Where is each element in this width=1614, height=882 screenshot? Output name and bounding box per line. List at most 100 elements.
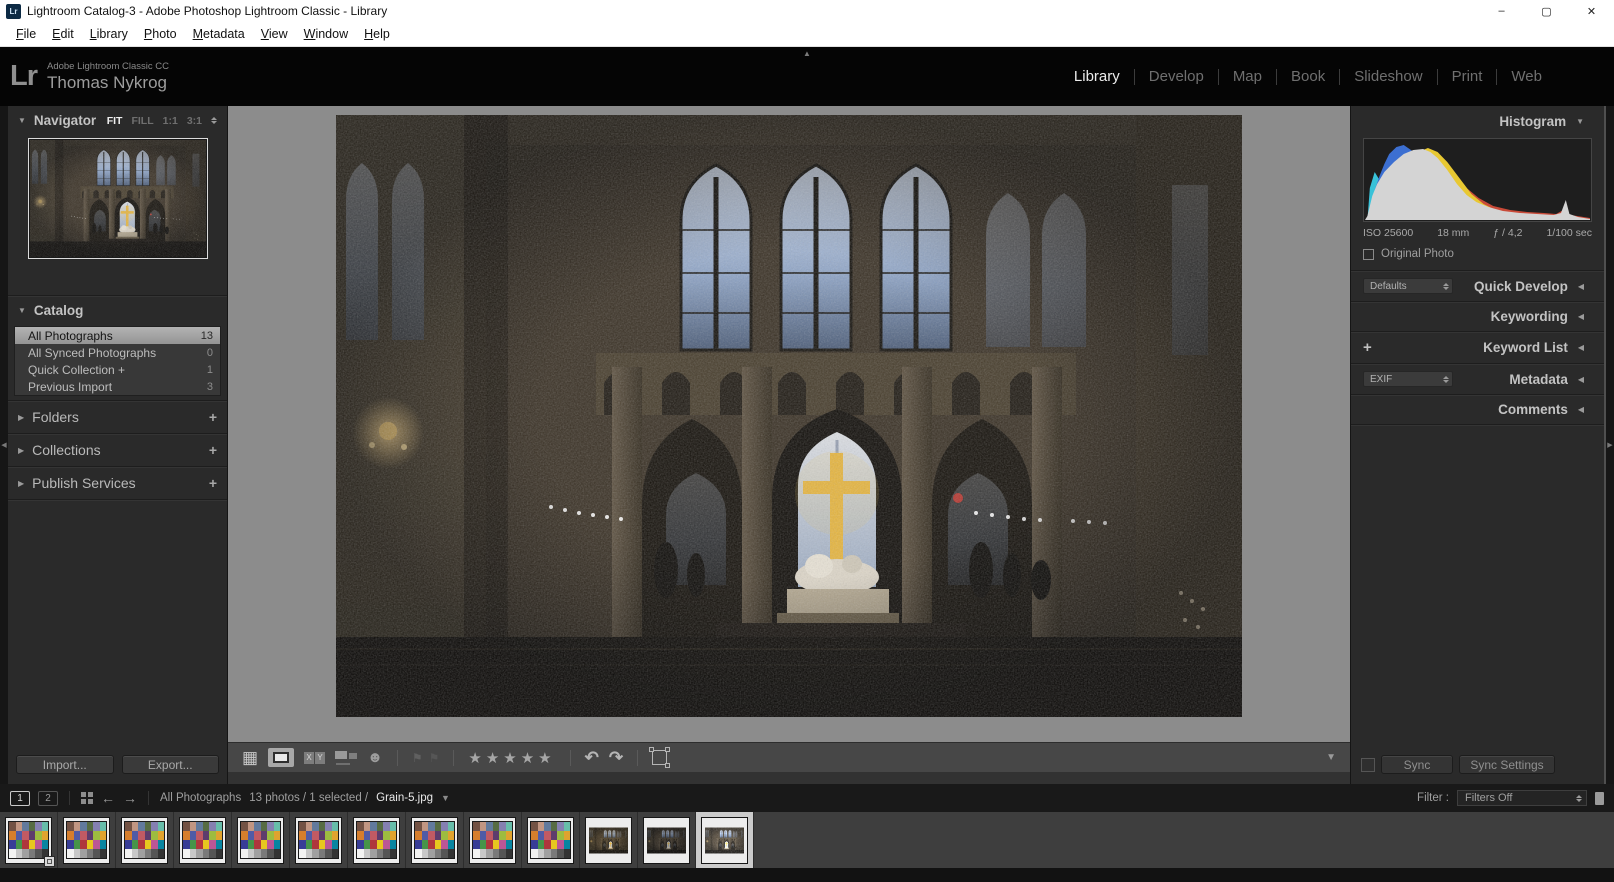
- menu-metadata[interactable]: Metadata: [185, 25, 253, 43]
- compare-view-icon[interactable]: X Y: [304, 752, 325, 764]
- flag-pick-icon[interactable]: ⚑: [412, 751, 423, 765]
- previous-photo-arrow[interactable]: ←: [101, 790, 115, 806]
- add-folder-button[interactable]: +: [209, 409, 217, 425]
- metadata-section[interactable]: EXIF Metadata ◀: [1351, 364, 1604, 394]
- catalog-row-previous-import[interactable]: Previous Import 3: [15, 378, 220, 395]
- filmstrip-thumbnail[interactable]: [406, 812, 464, 868]
- quick-develop-section[interactable]: Defaults Quick Develop ◀: [1351, 271, 1604, 301]
- window-title: Lightroom Catalog-3 - Adobe Photoshop Li…: [27, 4, 387, 18]
- module-web[interactable]: Web: [1497, 64, 1556, 89]
- catalog-row-quick-collection[interactable]: Quick Collection + 1: [15, 361, 220, 378]
- shutter-value: 1/100 sec: [1546, 227, 1592, 239]
- sync-settings-button[interactable]: Sync Settings: [1459, 755, 1555, 774]
- loupe-view-icon[interactable]: [268, 748, 294, 767]
- filmstrip-thumbnail[interactable]: [58, 812, 116, 868]
- add-publish-service-button[interactable]: +: [209, 475, 217, 491]
- histogram-plot[interactable]: [1363, 138, 1592, 222]
- sync-button[interactable]: Sync: [1381, 755, 1453, 774]
- menu-view[interactable]: View: [253, 25, 296, 43]
- export-button[interactable]: Export...: [122, 755, 220, 774]
- current-filename: Grain-5.jpg: [376, 792, 433, 804]
- add-keyword-button[interactable]: +: [1363, 339, 1372, 356]
- grid-view-shortcut-icon[interactable]: [81, 792, 93, 804]
- menu-window[interactable]: Window: [296, 25, 356, 43]
- metadata-view-dropdown[interactable]: EXIF: [1363, 371, 1453, 387]
- menu-edit[interactable]: Edit: [44, 25, 82, 43]
- app-icon: Lr: [6, 4, 21, 19]
- filmstrip-thumbnail[interactable]: [580, 812, 638, 868]
- publish-services-section[interactable]: ▶ Publish Services +: [8, 467, 227, 499]
- navigator-preview[interactable]: [28, 138, 208, 259]
- filter-lock-toggle[interactable]: [1595, 792, 1604, 805]
- filmstrip-thumbnail[interactable]: [174, 812, 232, 868]
- histogram-header[interactable]: Histogram ▼: [1351, 106, 1604, 136]
- add-collection-button[interactable]: +: [209, 442, 217, 458]
- module-map[interactable]: Map: [1219, 64, 1276, 89]
- minimize-button[interactable]: –: [1479, 0, 1524, 22]
- grid-overlay-icon[interactable]: [652, 750, 667, 765]
- primary-screen-button[interactable]: 1: [10, 791, 30, 806]
- secondary-screen-button[interactable]: 2: [38, 791, 58, 806]
- filmstrip-thumbnail[interactable]: [116, 812, 174, 868]
- collapse-left-panel-strip[interactable]: ◀: [0, 106, 8, 784]
- import-button[interactable]: Import...: [16, 755, 114, 774]
- filmstrip-thumbnail[interactable]: [638, 812, 696, 868]
- main-photo[interactable]: [336, 115, 1242, 717]
- menu-photo[interactable]: Photo: [136, 25, 185, 43]
- zoom-mode-fill[interactable]: FILL: [131, 115, 153, 127]
- keyword-list-section[interactable]: + Keyword List ◀: [1351, 332, 1604, 363]
- catalog-row-count: 0: [207, 347, 213, 359]
- survey-view-icon[interactable]: [335, 751, 357, 765]
- close-button[interactable]: ✕: [1569, 0, 1614, 22]
- filter-dropdown[interactable]: Filters Off: [1457, 790, 1587, 806]
- collapse-top-panel-arrow[interactable]: ▲: [803, 49, 811, 58]
- rotate-left-icon[interactable]: ↶: [585, 748, 599, 768]
- original-photo-checkbox[interactable]: [1363, 249, 1374, 260]
- zoom-mode-3-1[interactable]: 3:1: [187, 115, 202, 127]
- maximize-button[interactable]: ▢: [1524, 0, 1569, 22]
- star-rating[interactable]: ★★★★★: [468, 749, 555, 767]
- filmstrip-thumbnail[interactable]: [696, 812, 754, 868]
- menu-file[interactable]: File: [8, 25, 44, 43]
- grid-view-icon[interactable]: ▦: [242, 748, 258, 768]
- menu-help[interactable]: Help: [356, 25, 398, 43]
- keywording-section[interactable]: Keywording ◀: [1351, 302, 1604, 331]
- filmstrip-thumbnail[interactable]: [232, 812, 290, 868]
- navigator-header[interactable]: ▼ Navigator FIT FILL 1:1 3:1: [8, 106, 227, 134]
- sync-checkbox[interactable]: [1361, 758, 1375, 772]
- module-print[interactable]: Print: [1438, 64, 1497, 89]
- lightroom-logo: Lr: [10, 60, 37, 93]
- next-photo-arrow[interactable]: →: [123, 790, 137, 806]
- filmstrip-source[interactable]: All Photographs: [160, 792, 241, 804]
- rotate-right-icon[interactable]: ↷: [609, 748, 623, 768]
- menu-library[interactable]: Library: [82, 25, 136, 43]
- people-view-icon[interactable]: ☻: [367, 749, 383, 766]
- module-library[interactable]: Library: [1060, 64, 1134, 89]
- focal-length-value: 18 mm: [1437, 227, 1469, 239]
- module-book[interactable]: Book: [1277, 64, 1339, 89]
- catalog-header[interactable]: ▼ Catalog: [8, 296, 227, 324]
- filmstrip-thumbnail[interactable]: [290, 812, 348, 868]
- zoom-mode-1-1[interactable]: 1:1: [163, 115, 178, 127]
- filmstrip-thumbnail[interactable]: [348, 812, 406, 868]
- comments-section[interactable]: Comments ◀: [1351, 395, 1604, 424]
- compare-y-label: Y: [315, 752, 325, 764]
- catalog-row-all-photographs[interactable]: All Photographs 13: [15, 327, 220, 344]
- filmstrip-thumbnail[interactable]: [464, 812, 522, 868]
- collapse-right-panel-strip[interactable]: ▶: [1606, 106, 1614, 784]
- zoom-mode-fit[interactable]: FIT: [107, 115, 123, 127]
- triangle-left-icon: ◀: [1578, 343, 1584, 352]
- catalog-row-all-synced[interactable]: All Synced Photographs 0: [15, 344, 220, 361]
- triangle-right-icon: ▶: [18, 446, 24, 455]
- collections-section[interactable]: ▶ Collections +: [8, 434, 227, 466]
- module-slideshow[interactable]: Slideshow: [1340, 64, 1436, 89]
- folders-section[interactable]: ▶ Folders +: [8, 401, 227, 433]
- module-develop[interactable]: Develop: [1135, 64, 1218, 89]
- saved-preset-dropdown[interactable]: Defaults: [1363, 278, 1453, 294]
- flag-reject-icon[interactable]: ⚑: [429, 751, 440, 765]
- toolbar-options-caret[interactable]: ▼: [1326, 752, 1336, 763]
- filmstrip-thumbnail[interactable]: [0, 812, 58, 868]
- zoom-mode-spinner-icon[interactable]: [211, 117, 217, 124]
- filmstrip-thumbnail[interactable]: [522, 812, 580, 868]
- source-caret-icon[interactable]: ▼: [441, 793, 450, 803]
